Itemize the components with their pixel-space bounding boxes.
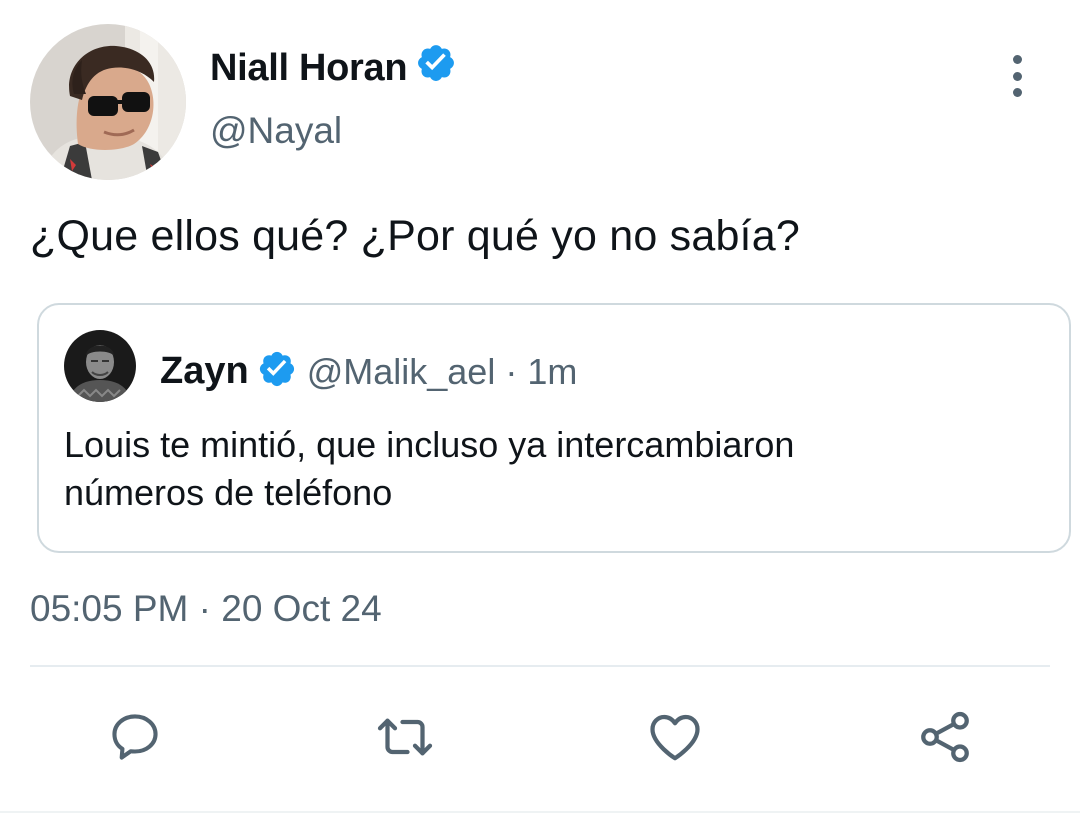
verified-badge-icon <box>257 349 297 394</box>
quoted-text-line-2: números de teléfono <box>64 472 393 513</box>
tweet-timestamp[interactable]: 05:05 PM · 20 Oct 24 <box>30 588 382 630</box>
tweet-text: ¿Que ellos qué? ¿Por qué yo no sabía? <box>30 212 800 260</box>
retweet-button[interactable] <box>374 708 436 770</box>
quoted-author-avatar[interactable] <box>64 330 136 402</box>
verified-badge-icon <box>415 42 457 94</box>
share-icon <box>915 707 975 772</box>
like-button[interactable] <box>644 708 706 770</box>
author-name[interactable]: Niall Horan <box>210 47 408 90</box>
author-name-row[interactable]: Niall Horan <box>210 42 457 94</box>
quoted-tweet-card[interactable]: Zayn @Malik_ael · 1m Louis te mintió, qu… <box>37 303 1071 553</box>
author-avatar[interactable] <box>30 24 186 180</box>
author-handle[interactable]: @Nayal <box>210 110 342 152</box>
quoted-tweet-header: Zayn @Malik_ael · 1m <box>160 349 577 394</box>
retweet-icon <box>375 707 435 772</box>
share-button[interactable] <box>914 708 976 770</box>
divider <box>0 811 1080 813</box>
more-vertical-icon[interactable] <box>1000 55 1034 97</box>
quoted-author-handle[interactable]: @Malik_ael <box>307 351 496 393</box>
quoted-tweet-text: Louis te mintió, que incluso ya intercam… <box>64 421 1024 517</box>
divider <box>30 665 1050 667</box>
separator-dot: · <box>505 350 518 392</box>
quoted-author-name[interactable]: Zayn <box>160 350 249 393</box>
heart-icon <box>645 707 705 772</box>
reply-icon <box>106 708 164 771</box>
quoted-text-line-1: Louis te mintió, que incluso ya intercam… <box>64 424 795 465</box>
quoted-tweet-time: 1m <box>527 350 578 392</box>
reply-button[interactable] <box>104 708 166 770</box>
